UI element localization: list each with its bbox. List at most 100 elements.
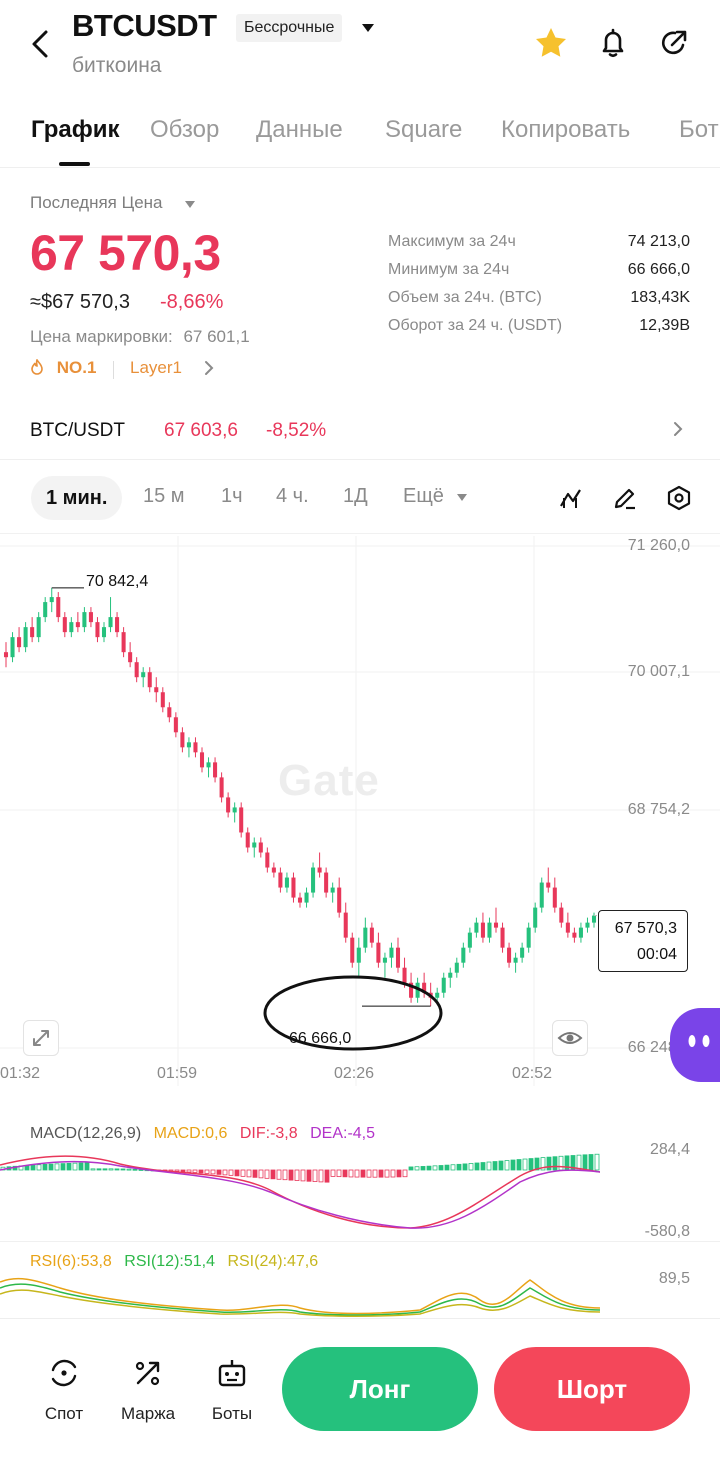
rsi-legend: RSI(6):53,8 RSI(12):51,4 RSI(24):47,6 <box>30 1253 326 1271</box>
interval-more[interactable]: Ещё <box>403 485 444 508</box>
interval-1h[interactable]: 1ч <box>221 485 243 508</box>
candle-body <box>369 927 374 943</box>
spot-exchange-icon <box>51 1359 77 1387</box>
spot-price: 67 603,6 <box>164 420 238 441</box>
candle-body <box>160 692 165 708</box>
macd-histogram-bar <box>282 1169 288 1181</box>
candle-body <box>252 842 257 848</box>
macd-histogram-bar <box>546 1156 552 1171</box>
candle-body <box>206 762 211 768</box>
x-axis-tick: 01:32 <box>0 1065 41 1082</box>
macd-histogram-bar <box>120 1168 126 1171</box>
interval-15m[interactable]: 15 м <box>143 485 185 508</box>
macd-histogram-bar <box>60 1163 66 1171</box>
candle-body <box>448 972 453 978</box>
active-tab-indicator <box>59 162 90 166</box>
drawing-pen-icon[interactable] <box>611 484 639 512</box>
candle-body <box>167 707 172 718</box>
macd-histogram-bar <box>222 1169 228 1176</box>
macd-dea-line <box>0 1160 600 1229</box>
macd-histogram-bar <box>444 1164 450 1171</box>
macd-histogram-bar <box>54 1163 60 1171</box>
tab-overview[interactable]: Обзор <box>150 116 219 144</box>
candle-countdown: 00:04 <box>636 946 677 963</box>
fullscreen-button[interactable] <box>23 1020 59 1056</box>
favorite-star-icon[interactable] <box>532 24 570 62</box>
candle-body <box>108 617 113 628</box>
macd-histogram-bar <box>582 1154 588 1171</box>
candle-body <box>75 622 80 628</box>
candle-body <box>578 927 583 938</box>
chevron-right-icon[interactable] <box>672 420 684 438</box>
chevron-right-icon[interactable] <box>203 360 215 376</box>
high-price-marker: 70 842,4 <box>86 573 149 590</box>
y-axis-tick: 68 754,2 <box>627 801 690 818</box>
short-button[interactable]: Шорт <box>494 1347 690 1431</box>
bots-nav-button[interactable]: Боты <box>197 1355 267 1424</box>
interval-4h[interactable]: 4 ч. <box>276 485 309 508</box>
contract-type-badge[interactable]: Бессрочные <box>236 14 343 42</box>
caret-down-icon[interactable] <box>184 200 196 209</box>
candle-body <box>395 947 401 968</box>
share-icon[interactable] <box>655 24 693 62</box>
macd-histogram-bar <box>366 1169 372 1178</box>
mark-price-label: Цена маркировки: <box>30 327 173 346</box>
stat-turnover-value: 12,39B <box>639 317 690 334</box>
section-tabs: График Обзор Данные Square Копировать Бо… <box>0 100 720 168</box>
rank-badge[interactable]: NO.1 <box>30 358 96 378</box>
spot-pair-row[interactable]: BTC/USDT 67 603,6 -8,52% <box>0 400 720 460</box>
settings-hexagon-icon[interactable] <box>665 484 693 512</box>
macd-histogram-bar <box>378 1169 384 1178</box>
macd-histogram-bar <box>258 1169 264 1179</box>
candle-body <box>62 617 67 633</box>
candle-body <box>226 797 231 813</box>
interval-1d[interactable]: 1Д <box>343 485 368 508</box>
stat-high-value: 74 213,0 <box>627 233 690 250</box>
back-arrow-icon[interactable] <box>24 22 60 66</box>
macd-histogram-bar <box>486 1161 492 1171</box>
caret-down-icon[interactable] <box>360 22 376 34</box>
bell-icon[interactable] <box>594 24 632 62</box>
tab-bots[interactable]: Боты <box>679 116 720 144</box>
candle-body <box>128 652 133 663</box>
candle-body <box>23 627 28 648</box>
macd-histogram-bar <box>390 1169 396 1178</box>
tab-copy[interactable]: Копировать <box>501 116 630 144</box>
last-price-label[interactable]: Последняя Цена <box>30 193 163 213</box>
current-price-tag[interactable]: 67 570,3 00:04 <box>598 910 688 972</box>
mark-price-value: 67 601,1 <box>183 327 250 346</box>
indicators-icon[interactable] <box>558 484 586 512</box>
caret-down-icon[interactable] <box>456 493 468 502</box>
category-badge[interactable]: Layer1 <box>130 358 182 378</box>
tab-square[interactable]: Square <box>385 116 462 144</box>
spot-nav-button[interactable]: Спот <box>29 1355 99 1424</box>
candle-body <box>343 912 348 938</box>
margin-nav-button[interactable]: Маржа <box>113 1355 183 1424</box>
candle-body <box>382 957 387 963</box>
header: BTCUSDT Бессрочные биткоина <box>0 0 720 100</box>
pair-title[interactable]: BTCUSDT <box>72 8 217 44</box>
assistant-bubble[interactable] <box>670 1008 720 1082</box>
chat-bot-icon <box>688 1035 710 1047</box>
interval-1m[interactable]: 1 мин. <box>31 476 123 520</box>
macd-histogram-bar <box>312 1169 318 1182</box>
long-button[interactable]: Лонг <box>282 1347 478 1431</box>
macd-histogram-bar <box>90 1168 96 1171</box>
candle-body <box>239 807 244 833</box>
candle-body <box>43 602 48 618</box>
macd-histogram-bar <box>396 1169 402 1178</box>
macd-histogram-bar <box>594 1153 600 1171</box>
candle-body <box>533 907 538 928</box>
y-axis-tick: 70 007,1 <box>627 663 690 680</box>
candle-body <box>500 927 505 948</box>
visibility-button[interactable] <box>552 1020 588 1056</box>
macd-histogram-bar <box>180 1169 186 1173</box>
tab-chart[interactable]: График <box>31 116 119 144</box>
candlestick-chart[interactable] <box>0 536 720 1086</box>
tab-data[interactable]: Данные <box>256 116 343 144</box>
macd-histogram-bar <box>294 1169 300 1181</box>
spot-nav-label: Спот <box>44 1404 84 1423</box>
macd-histogram-bar <box>402 1169 408 1178</box>
macd-histogram-bar <box>276 1169 282 1180</box>
candle-body <box>572 932 577 938</box>
